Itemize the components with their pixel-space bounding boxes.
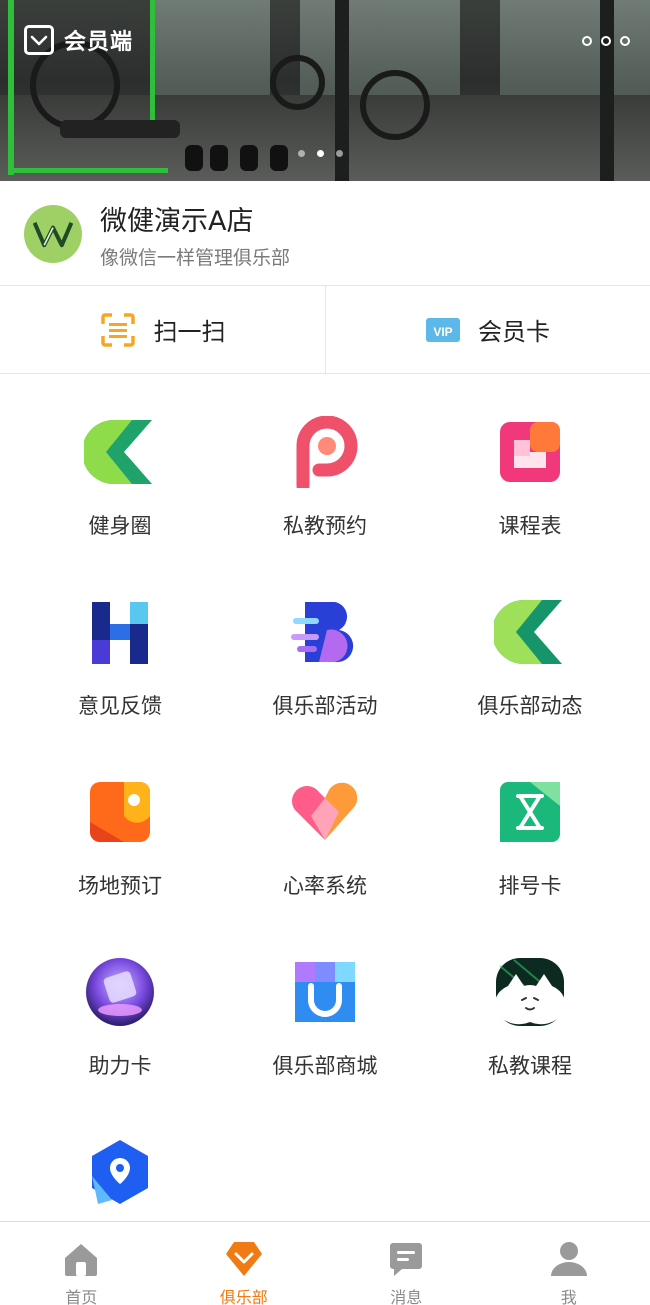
feature-label: 意见反馈 [78, 694, 162, 718]
feature-club-news[interactable]: 俱乐部动态 [422, 554, 638, 734]
profile-icon [550, 1242, 587, 1276]
more-options-icon[interactable] [582, 36, 630, 46]
tab-profile[interactable]: 我 [488, 1222, 650, 1305]
schedule-icon [500, 422, 560, 482]
tab-label: 俱乐部 [219, 1288, 268, 1305]
member-card-label: 会员卡 [478, 318, 550, 346]
feature-label: 俱乐部商城 [272, 1054, 378, 1078]
feature-label: 课程表 [498, 514, 562, 538]
feature-club-activity[interactable]: 俱乐部活动 [217, 554, 433, 734]
vip-card-icon: VIP [426, 317, 460, 342]
banner-dumbbell [270, 145, 288, 171]
feature-private-course[interactable]: 私教课程 [422, 914, 638, 1094]
banner-pillar [600, 0, 614, 181]
banner-bike-wheel [270, 55, 325, 110]
banner-bike-wheel [360, 70, 430, 140]
banner-dumbbell [240, 145, 258, 171]
feature-label: 健身圈 [88, 514, 152, 538]
feature-label: 俱乐部动态 [477, 694, 583, 718]
feature-private-coach-booking[interactable]: 私教预约 [217, 374, 433, 554]
tab-label: 首页 [65, 1288, 98, 1305]
tab-club[interactable]: 俱乐部 [163, 1222, 326, 1305]
store-name: 微健演示A店 [100, 206, 254, 237]
location-icon [92, 1140, 148, 1204]
tab-label: 我 [560, 1288, 577, 1305]
home-icon [65, 1244, 98, 1276]
store-info[interactable]: 微健演示A店 像微信一样管理俱乐部 [0, 181, 650, 286]
banner-dumbbell [210, 145, 228, 171]
member-card-button[interactable]: VIP 会员卡 [325, 286, 650, 373]
heart-rate-icon [292, 782, 358, 840]
feature-label: 俱乐部活动 [272, 694, 378, 718]
club-icon [225, 1242, 262, 1276]
tab-label: 消息 [390, 1288, 423, 1305]
store-slogan: 像微信一样管理俱乐部 [100, 247, 291, 269]
feature-boost-card[interactable]: 助力卡 [12, 914, 228, 1094]
private-course-icon [494, 958, 566, 1026]
feature-label: 场地预订 [78, 874, 162, 898]
banner-green-frame [150, 0, 155, 130]
tab-home[interactable]: 首页 [0, 1222, 163, 1305]
feature-club-store[interactable]: 俱乐部商城 [217, 914, 433, 1094]
carousel-dot[interactable] [336, 150, 343, 157]
feature-fitness-circle[interactable]: 健身圈 [12, 374, 228, 554]
feature-schedule[interactable]: 课程表 [422, 374, 638, 554]
banner-dumbbell [185, 145, 203, 171]
carousel-indicator [298, 150, 343, 157]
scan-label: 扫一扫 [153, 318, 226, 346]
feature-venue-booking[interactable]: 场地预订 [12, 734, 228, 914]
banner-bench [60, 120, 180, 138]
venue-booking-icon [90, 782, 150, 842]
feature-label: 私教课程 [488, 1054, 572, 1078]
checkbox-icon [24, 25, 54, 55]
feature-label: 排号卡 [498, 874, 562, 898]
quick-actions: 扫一扫 VIP 会员卡 [0, 286, 650, 374]
feature-feedback[interactable]: 意见反馈 [12, 554, 228, 734]
feedback-icon [92, 602, 148, 664]
club-store-icon [295, 962, 355, 1022]
app-title-text: 会员端 [64, 30, 134, 55]
feature-label: 助力卡 [88, 1054, 152, 1078]
banner-carousel[interactable]: 会员端 [0, 0, 650, 181]
banner-green-frame [8, 168, 168, 173]
svg-text:VIP: VIP [433, 325, 452, 339]
club-activity-icon [291, 602, 354, 663]
boost-card-icon [86, 958, 154, 1026]
app-title: 会员端 [24, 24, 133, 56]
message-icon [390, 1243, 423, 1276]
private-coach-booking-icon [296, 416, 358, 488]
store-logo [24, 205, 82, 263]
feature-heart-rate[interactable]: 心率系统 [217, 734, 433, 914]
queue-card-icon [500, 782, 560, 842]
feature-queue-card[interactable]: 排号卡 [422, 734, 638, 914]
fitness-circle-icon [84, 420, 152, 484]
feature-label: 心率系统 [283, 874, 367, 898]
store-logo-mark [33, 222, 73, 248]
scan-button[interactable]: 扫一扫 [0, 286, 325, 373]
tab-messages[interactable]: 消息 [325, 1222, 488, 1305]
club-news-icon [494, 600, 562, 664]
bottom-tab-bar: 首页 俱乐部 消息 我 [0, 1221, 650, 1305]
carousel-dot[interactable] [298, 150, 305, 157]
carousel-dot-active[interactable] [317, 150, 324, 157]
scan-icon [100, 312, 135, 347]
feature-label: 私教预约 [283, 514, 367, 538]
banner-green-frame [8, 0, 14, 175]
